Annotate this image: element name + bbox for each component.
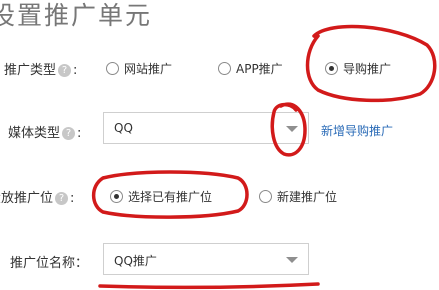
- radio-app-promo-label[interactable]: APP推广: [236, 60, 283, 77]
- radio-existing-placement-label[interactable]: 选择已有推广位: [128, 188, 212, 205]
- radio-shopping-promo-label[interactable]: 导购推广: [343, 60, 391, 77]
- media-type-value: QQ: [114, 121, 133, 135]
- chevron-down-icon[interactable]: [286, 257, 298, 263]
- help-icon[interactable]: ?: [62, 127, 76, 140]
- radio-shopping-promo[interactable]: [325, 62, 338, 75]
- promo-type-colon: :: [73, 63, 78, 78]
- radio-app-promo[interactable]: [218, 62, 231, 75]
- annotation-underline: [98, 282, 320, 290]
- media-type-label-text: 媒体类型: [8, 126, 61, 141]
- placement-label: 投放推广位?:: [0, 187, 74, 206]
- page-title: 设置推广单元: [0, 1, 153, 30]
- placement-name-value: QQ推广: [114, 254, 157, 268]
- radio-new-placement[interactable]: [259, 190, 272, 203]
- radio-existing-placement[interactable]: [110, 190, 123, 203]
- placement-name-colon: ：: [75, 256, 89, 271]
- radio-website-promo[interactable]: [106, 62, 119, 75]
- chevron-down-icon[interactable]: [286, 126, 298, 132]
- placement-name-label: 推广位名称：: [10, 252, 88, 271]
- placement-colon: :: [70, 191, 75, 206]
- media-type-label: 媒体类型?:: [8, 122, 81, 141]
- help-icon[interactable]: ?: [55, 192, 69, 205]
- add-shopping-promo-link[interactable]: 新增导购推广: [321, 122, 393, 139]
- placement-name-select[interactable]: QQ推广: [103, 243, 309, 275]
- promo-type-label: 推广类型?:: [4, 59, 77, 78]
- help-icon[interactable]: ?: [58, 64, 72, 77]
- placement-label-text: 投放推广位: [0, 191, 54, 206]
- media-type-colon: :: [77, 126, 82, 141]
- placement-name-label-text: 推广位名称: [10, 256, 76, 271]
- promo-type-label-text: 推广类型: [4, 63, 57, 78]
- media-type-select[interactable]: QQ: [103, 112, 309, 144]
- radio-website-promo-label[interactable]: 网站推广: [124, 60, 172, 77]
- radio-new-placement-label[interactable]: 新建推广位: [277, 188, 337, 205]
